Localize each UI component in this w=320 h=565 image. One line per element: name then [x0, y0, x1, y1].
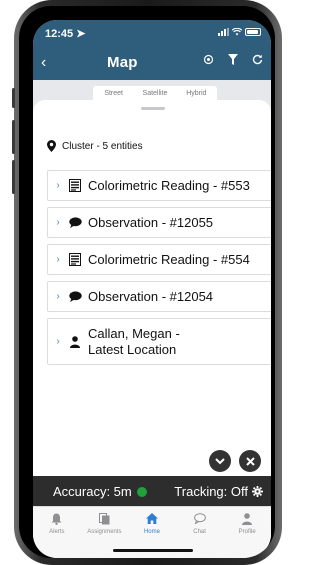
entity-label-line2: Latest Location — [88, 341, 177, 357]
chevron-right-icon: › — [56, 291, 60, 302]
entity-label: Callan, Megan - Latest Location — [88, 326, 180, 358]
tab-label: Home — [143, 529, 160, 535]
home-indicator[interactable] — [113, 549, 193, 552]
accuracy-bar: Accuracy: 5m Tracking: Off — [33, 476, 271, 506]
tab-label: Alerts — [49, 529, 65, 535]
entity-label-line1: Callan, Megan - — [88, 325, 180, 341]
accuracy-label: Accuracy: 5m — [53, 484, 132, 499]
location-arrow-icon: ➤ — [76, 28, 86, 40]
accuracy-indicator-icon — [136, 486, 147, 497]
tab-label: Profile — [238, 529, 256, 535]
entity-label: Observation - #12054 — [88, 288, 214, 304]
entity-row[interactable]: › Observation - #12055 — [47, 207, 271, 238]
chevron-right-icon: › — [56, 254, 60, 265]
tab-label: Chat — [193, 529, 206, 535]
filter-button[interactable] — [228, 54, 238, 68]
entity-list: › Colorimetric Reading - #553 › Observat… — [47, 170, 271, 371]
filter-icon — [228, 54, 238, 65]
tracking-label: Tracking: Off — [174, 484, 248, 499]
close-button[interactable] — [239, 450, 261, 472]
phone-mute-switch — [12, 88, 15, 108]
entity-label: Observation - #12055 — [88, 214, 214, 230]
sheet-grabber[interactable] — [141, 107, 165, 110]
home-icon — [145, 513, 158, 526]
person-icon — [68, 335, 82, 349]
accuracy-status: Accuracy: 5m — [53, 484, 147, 499]
chat-bubble-icon — [68, 216, 82, 230]
assignments-icon — [98, 513, 110, 526]
phone-volume-up — [12, 120, 15, 154]
phone-bezel: 12:45 ➤ ‹ Map Street Satellite Hybrid Cl… — [19, 6, 275, 558]
battery-icon — [245, 28, 261, 36]
nav-actions — [203, 54, 263, 68]
chevron-right-icon: › — [56, 336, 60, 347]
entity-label: Colorimetric Reading - #553 — [88, 177, 250, 193]
phone-volume-down — [12, 160, 15, 194]
back-button[interactable]: ‹ — [41, 54, 46, 72]
cluster-label: Cluster - 5 entities — [62, 140, 143, 152]
cluster-header: Cluster - 5 entities — [47, 140, 143, 152]
refresh-button[interactable] — [252, 54, 263, 68]
chevron-right-icon: › — [56, 180, 60, 191]
gear-icon — [252, 486, 263, 497]
chevron-down-icon — [215, 457, 225, 464]
entity-row[interactable]: › Observation - #12054 — [47, 281, 271, 312]
target-icon — [203, 54, 214, 65]
entity-row[interactable]: › Colorimetric Reading - #554 — [47, 244, 271, 275]
tab-label: Assignments — [87, 529, 122, 535]
bell-icon — [51, 513, 62, 526]
wifi-icon — [231, 27, 243, 36]
chat-icon — [193, 513, 206, 526]
entity-sheet: Cluster - 5 entities › Colorimetric Read… — [33, 100, 271, 478]
entity-label: Colorimetric Reading - #554 — [88, 251, 250, 267]
reading-icon — [68, 179, 82, 193]
chat-bubble-icon — [68, 290, 82, 304]
map-pin-icon — [47, 140, 56, 152]
refresh-icon — [252, 54, 263, 65]
tracking-toggle[interactable]: Tracking: Off — [174, 484, 263, 499]
entity-row[interactable]: › Colorimetric Reading - #553 — [47, 170, 271, 201]
chevron-right-icon: › — [56, 217, 60, 228]
page-title: Map — [107, 54, 138, 71]
entity-row[interactable]: › Callan, Megan - Latest Location — [47, 318, 271, 365]
top-bar: 12:45 ➤ ‹ Map — [33, 20, 271, 80]
signal-icon — [218, 28, 229, 36]
reading-icon — [68, 253, 82, 267]
profile-icon — [242, 513, 253, 526]
tab-profile[interactable]: Profile — [223, 507, 271, 558]
locate-button[interactable] — [203, 54, 214, 68]
tab-alerts[interactable]: Alerts — [33, 507, 81, 558]
status-time: 12:45 ➤ — [45, 28, 86, 40]
close-icon — [245, 456, 255, 466]
sheet-actions — [209, 450, 261, 472]
collapse-button[interactable] — [209, 450, 231, 472]
status-icons — [218, 27, 261, 36]
app-screen: 12:45 ➤ ‹ Map Street Satellite Hybrid Cl… — [33, 20, 271, 558]
